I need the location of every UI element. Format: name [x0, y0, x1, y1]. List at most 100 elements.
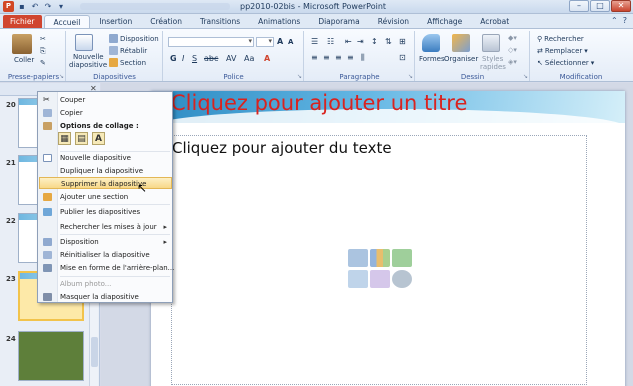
menu-item-duplicate-slide[interactable]: Dupliquer la diapositive	[39, 165, 172, 177]
change-case-icon[interactable]: Aa	[244, 54, 254, 63]
quick-styles-label-2[interactable]: rapides	[480, 63, 506, 71]
font-color-icon[interactable]: A	[264, 54, 270, 63]
align-center-icon[interactable]: ≡	[323, 53, 330, 62]
tab-affichage[interactable]: Affichage	[418, 15, 471, 28]
insert-chart-icon[interactable]	[370, 249, 390, 267]
paste-icon[interactable]	[12, 34, 32, 54]
shrink-font-icon[interactable]: A	[288, 38, 293, 46]
line-spacing-icon[interactable]: ↕	[371, 37, 378, 46]
quick-styles-label-1[interactable]: Styles	[482, 55, 503, 63]
font-family-combo[interactable]	[168, 37, 254, 47]
menu-item-publish-slides[interactable]: Publier les diapositives	[39, 206, 172, 218]
tab-transitions[interactable]: Transitions	[191, 15, 249, 28]
font-launcher-icon[interactable]: ↘	[297, 73, 302, 80]
powerpoint-app-icon[interactable]: P	[3, 1, 14, 12]
menu-item-delete-slide[interactable]: Supprimer la diapositive	[39, 177, 172, 189]
save-icon[interactable]: ▪	[17, 2, 27, 12]
tab-revision[interactable]: Révision	[369, 15, 418, 28]
minimize-ribbon-icon[interactable]: ⌃	[611, 16, 618, 25]
insert-picture-icon[interactable]	[348, 270, 368, 288]
slide-body-placeholder[interactable]: Cliquez pour ajouter du texte	[171, 135, 587, 385]
layout-button[interactable]: Disposition	[109, 34, 159, 43]
insert-smartart-icon[interactable]	[392, 249, 412, 267]
replace-button[interactable]: ⇄ Remplacer ▾	[537, 47, 588, 55]
columns-icon[interactable]: ⫼	[361, 53, 365, 63]
clipboard-launcher-icon[interactable]: ↘	[59, 73, 64, 80]
tab-animations[interactable]: Animations	[249, 15, 309, 28]
tab-diaporama[interactable]: Diaporama	[309, 15, 368, 28]
insert-clipart-icon[interactable]	[370, 270, 390, 288]
menu-item-check-updates[interactable]: Rechercher les mises à jour ▸	[39, 221, 172, 233]
paste-use-destination-theme-icon[interactable]: ▦	[58, 132, 71, 145]
shapes-icon[interactable]	[422, 34, 440, 52]
paste-keep-text-only-icon[interactable]: A	[92, 132, 105, 145]
help-icon[interactable]: ?	[623, 16, 627, 25]
tab-fichier[interactable]: Fichier	[3, 15, 42, 28]
redo-icon[interactable]: ↷	[43, 2, 53, 12]
customize-qat-icon[interactable]: ▾	[56, 2, 66, 12]
menu-item-add-section[interactable]: Ajouter une section	[39, 191, 172, 203]
menu-item-layout[interactable]: Disposition ▸	[39, 236, 172, 248]
shapes-button[interactable]: Formes	[419, 55, 445, 63]
menu-item-format-background[interactable]: Mise en forme de l'arrière-plan...	[39, 262, 174, 274]
font-size-combo[interactable]	[256, 37, 274, 47]
quick-styles-icon[interactable]	[482, 34, 500, 52]
bullets-icon[interactable]: ☰	[311, 37, 318, 46]
slide-title-placeholder[interactable]: Cliquez pour ajouter un titre	[171, 91, 467, 115]
text-direction-icon[interactable]: ⇅	[385, 37, 392, 46]
align-left-icon[interactable]: ≡	[311, 53, 318, 62]
slide-thumbnail-24[interactable]	[18, 331, 84, 381]
numbering-icon[interactable]: ☷	[327, 37, 334, 46]
shape-fill-icon[interactable]: ◆▾	[508, 34, 517, 42]
shape-outline-icon[interactable]: ◇▾	[508, 46, 517, 54]
quick-access-toolbar: P ▪ ↶ ↷ ▾	[3, 1, 66, 12]
new-slide-label-1[interactable]: Nouvelle	[73, 53, 104, 61]
italic-icon[interactable]: I	[182, 54, 184, 63]
close-button[interactable]: ✕	[611, 0, 631, 12]
menu-item-reset-slide[interactable]: Réinitialiser la diapositive	[39, 249, 172, 261]
char-spacing-icon[interactable]: AV	[226, 54, 236, 63]
slide-body-placeholder-text[interactable]: Cliquez pour ajouter du texte	[172, 139, 392, 157]
align-text-icon[interactable]: ⊞	[399, 37, 406, 46]
section-button[interactable]: Section	[109, 58, 146, 67]
cut-icon[interactable]: ✂	[40, 35, 46, 43]
underline-icon[interactable]: S	[192, 54, 197, 63]
justify-icon[interactable]: ≡	[347, 53, 354, 62]
tab-accueil[interactable]: Accueil	[43, 15, 91, 28]
select-button[interactable]: ↖ Sélectionner ▾	[537, 59, 594, 67]
shape-effects-icon[interactable]: ◈▾	[508, 58, 517, 66]
menu-item-new-slide[interactable]: Nouvelle diapositive	[39, 152, 172, 164]
paragraph-launcher-icon[interactable]: ↘	[408, 73, 413, 80]
drawing-launcher-icon[interactable]: ↘	[523, 73, 528, 80]
paste-keep-source-formatting-icon[interactable]: ▤	[75, 132, 88, 145]
tab-acrobat[interactable]: Acrobat	[471, 15, 518, 28]
new-slide-label-2[interactable]: diapositive	[69, 61, 107, 69]
insert-table-icon[interactable]	[348, 249, 368, 267]
copy-icon[interactable]: ⎘	[40, 47, 46, 56]
new-slide-icon[interactable]	[75, 34, 93, 51]
decrease-indent-icon[interactable]: ⇤	[345, 37, 352, 46]
menu-item-copy[interactable]: Copier	[39, 107, 172, 119]
smartart-icon[interactable]: ⊡	[399, 53, 406, 62]
menu-item-hide-slide[interactable]: Masquer la diapositive	[39, 291, 172, 303]
strikethrough-icon[interactable]: abc	[204, 54, 218, 63]
format-painter-icon[interactable]: ✎	[40, 59, 46, 67]
insert-media-icon[interactable]	[392, 270, 412, 288]
arrange-icon[interactable]	[452, 34, 470, 52]
reset-button[interactable]: Rétablir	[109, 46, 147, 55]
undo-icon[interactable]: ↶	[30, 2, 40, 12]
arrange-button[interactable]: Organiser	[444, 55, 478, 63]
tab-creation[interactable]: Création	[141, 15, 191, 28]
bold-icon[interactable]: G	[170, 54, 177, 63]
tab-insertion[interactable]: Insertion	[90, 15, 141, 28]
minimize-button[interactable]: –	[569, 0, 589, 12]
scrollbar-thumb[interactable]	[91, 337, 98, 367]
align-right-icon[interactable]: ≡	[335, 53, 342, 62]
slide-canvas[interactable]: Cliquez pour ajouter un titre Cliquez po…	[151, 91, 625, 386]
find-button[interactable]: ⚲ Rechercher	[537, 35, 584, 43]
paste-button[interactable]: Coller	[14, 56, 34, 64]
menu-item-cut[interactable]: ✂ Couper	[39, 94, 172, 106]
increase-indent-icon[interactable]: ⇥	[357, 37, 364, 46]
grow-font-icon[interactable]: A	[277, 37, 283, 46]
maximize-button[interactable]: □	[590, 0, 610, 12]
